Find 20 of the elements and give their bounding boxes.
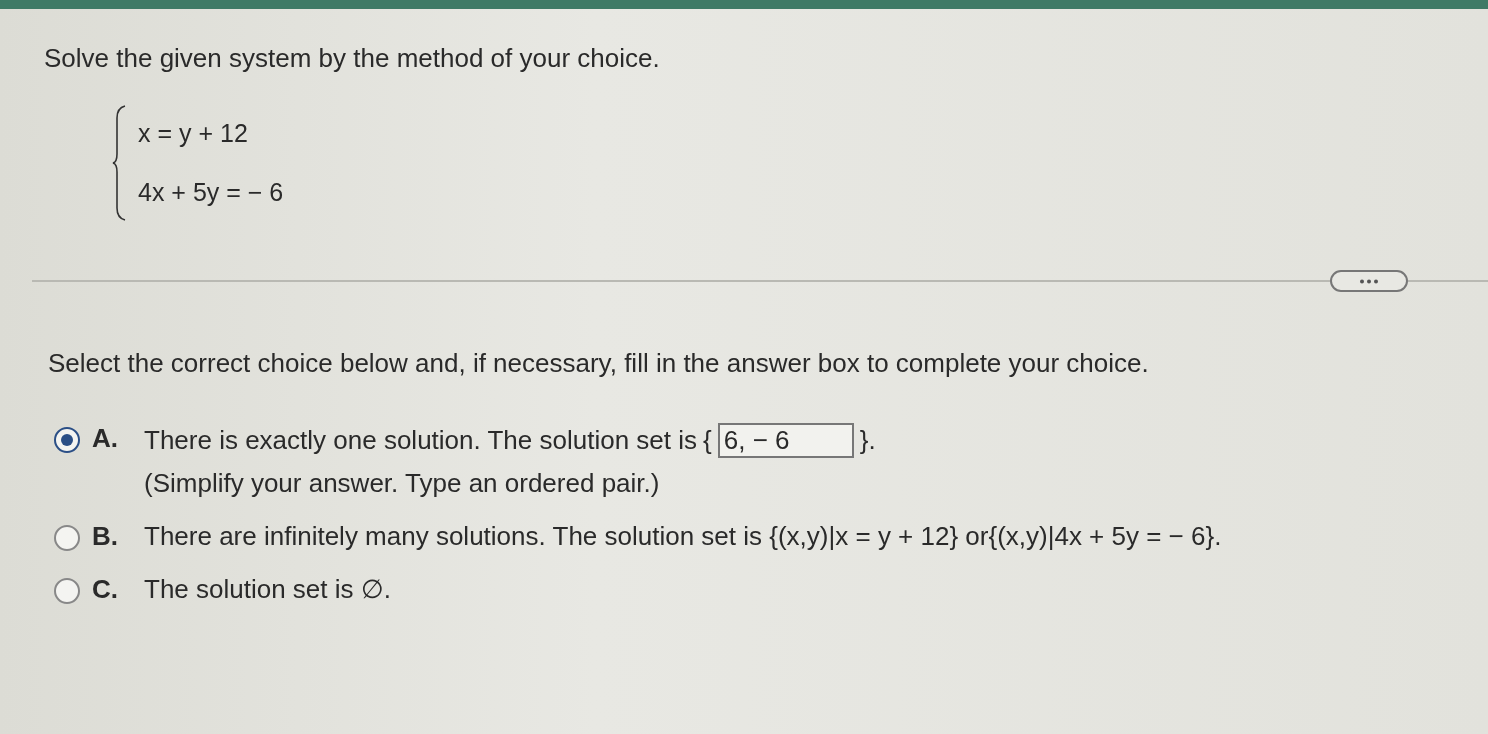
radio-button[interactable] xyxy=(54,525,80,551)
set-brace: { xyxy=(703,425,712,456)
choice-text: There are infinitely many solutions. The solution set is {(x,y)|x = y + 12} or{(x,y)|4x + 5y = − 6}. xyxy=(144,521,1222,551)
equation: x = y + 12 xyxy=(138,119,249,148)
more-button[interactable] xyxy=(1330,270,1408,292)
curly-brace-icon xyxy=(112,104,126,222)
equation: 4x + 5y = − 6 xyxy=(138,178,284,207)
choice-letter: A. xyxy=(92,423,119,454)
choice-letter: C. xyxy=(92,574,119,605)
radio-button[interactable] xyxy=(54,578,80,604)
set-brace: }. xyxy=(859,425,876,456)
ellipsis-icon xyxy=(1359,278,1379,284)
choice-letter: B. xyxy=(92,521,119,552)
answer-box[interactable]: 6, − 6 xyxy=(717,423,854,458)
choice-text: The solution set is ∅. xyxy=(144,574,391,604)
question-prompt: Solve the given system by the method of your choice. xyxy=(44,43,661,74)
choice-text: There is exactly one solution. The solution set is xyxy=(144,425,698,456)
instruction-text: Select the correct choice below and, if necessary, fill in the answer box to complete your choice. xyxy=(48,348,1150,379)
radio-button[interactable] xyxy=(54,427,80,453)
hint-text: (Simplify your answer. Type an ordered pair.) xyxy=(144,468,661,499)
